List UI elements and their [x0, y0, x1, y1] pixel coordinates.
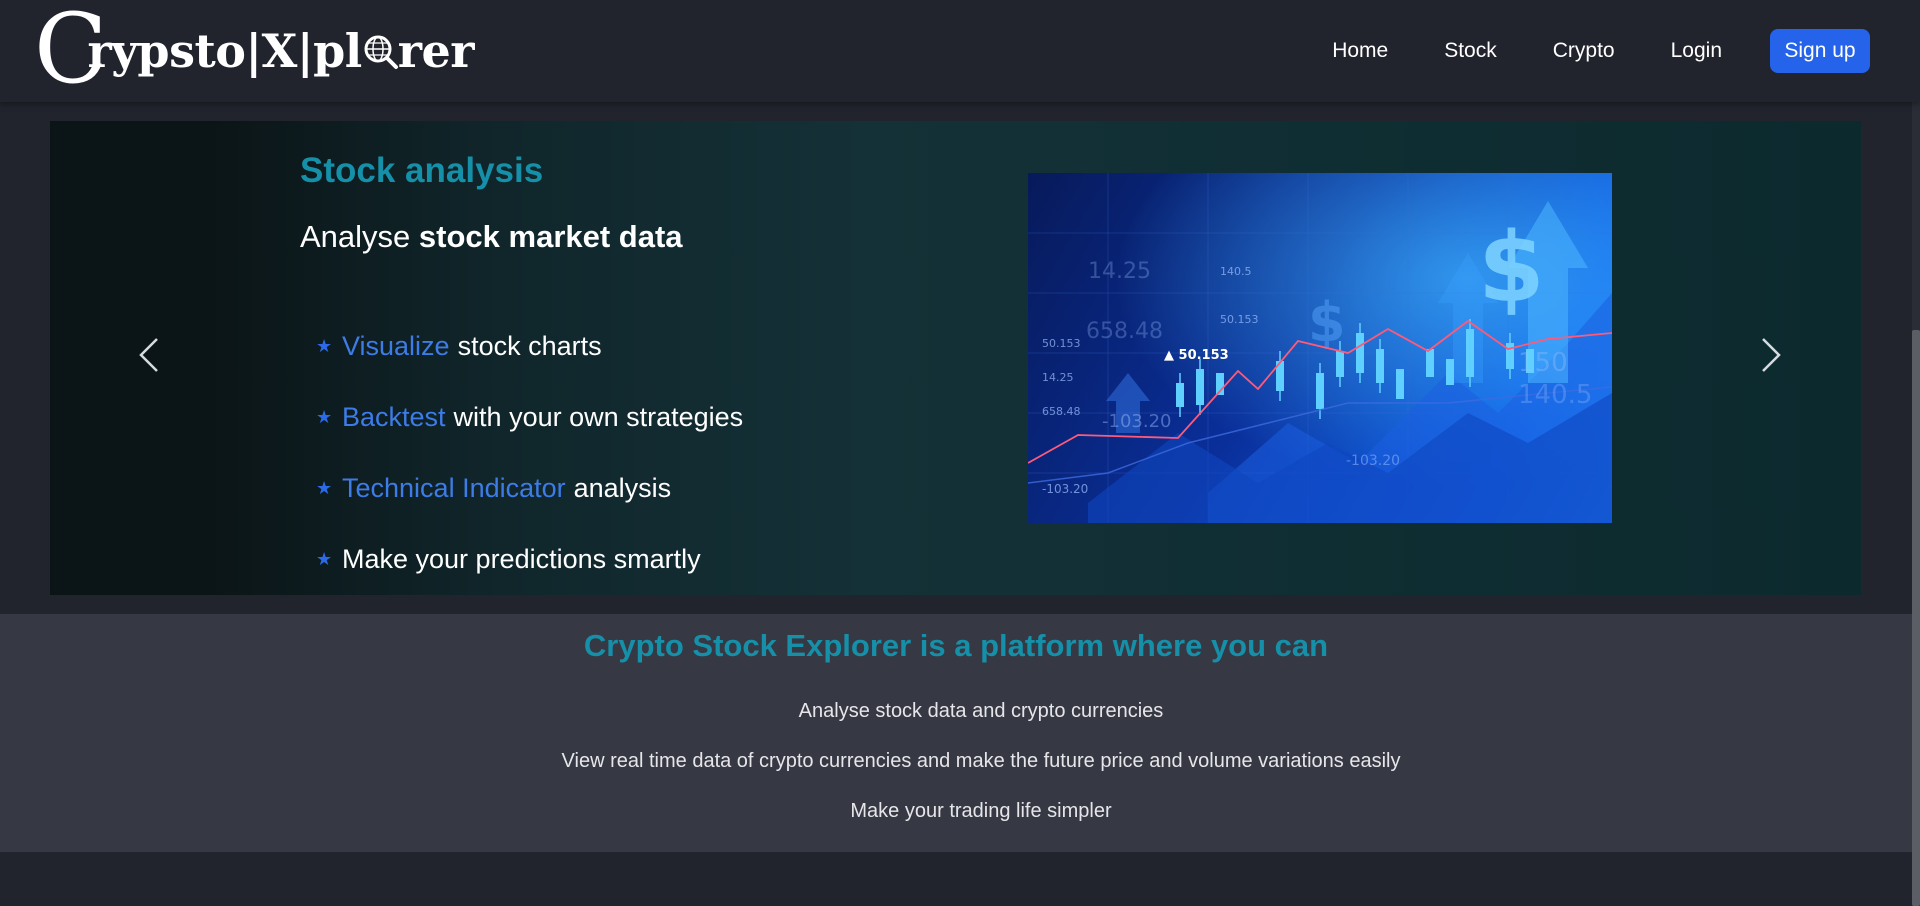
feature-item: ★ Visualize stock charts [316, 311, 743, 382]
star-icon: ★ [316, 478, 333, 498]
feature-text: analysis [573, 473, 672, 503]
info-line: Make your trading life simpler [850, 800, 1112, 822]
chart-label: 658.48 [1086, 319, 1163, 344]
carousel-next-button[interactable] [1750, 325, 1790, 385]
info-line: Analyse stock data and crypto currencies [798, 700, 1164, 722]
globe-icon [364, 35, 398, 69]
feature-text: Make your predictions smartly [342, 544, 701, 574]
stock-illustration-svg: $ $ 14.25 140.5 50.153 658.48 50.153 14.… [1028, 173, 1612, 523]
chart-label: -103.20 [1346, 453, 1400, 469]
feature-item: ★ Technical Indicator analysis [316, 453, 743, 524]
svg-text:$: $ [1478, 212, 1545, 324]
page-scrollbar[interactable] [1912, 0, 1920, 906]
star-icon: ★ [316, 549, 333, 569]
feature-list: ★ Visualize stock charts ★ Backtest with… [316, 311, 743, 595]
star-icon: ★ [316, 407, 333, 427]
scrollbar-thumb[interactable] [1912, 330, 1920, 906]
chart-label: 658.48 [1042, 405, 1081, 418]
brand-logo[interactable]: C rypsto|X|pl rer [34, 1, 474, 97]
navbar: C rypsto|X|pl rer Home Stock Crypto Logi… [0, 0, 1920, 102]
star-icon: ★ [316, 336, 333, 356]
stock-chart-illustration: $ $ 14.25 140.5 50.153 658.48 50.153 14.… [1028, 173, 1612, 523]
hero-title: Stock analysis [300, 151, 544, 190]
hero-carousel: Stock analysis Analyse stock market data… [50, 121, 1861, 595]
hero-subtitle: Analyse stock market data [300, 219, 683, 255]
feature-text: stock charts [457, 331, 602, 361]
chart-label: 14.25 [1042, 371, 1074, 384]
chart-label: 140.5 [1518, 380, 1592, 410]
feature-highlight: Visualize [342, 331, 450, 361]
nav-links: Home Stock Crypto Login Sign up [1332, 29, 1870, 73]
chart-label: 50.153 [1220, 313, 1259, 326]
chart-label: -103.20 [1102, 411, 1171, 432]
chart-label: 140.5 [1220, 265, 1252, 278]
svg-text:▲ 50.153: ▲ 50.153 [1164, 348, 1229, 363]
feature-highlight: Backtest [342, 402, 446, 432]
feature-highlight: Technical Indicator [342, 473, 566, 503]
chevron-left-icon [139, 338, 158, 372]
info-line: View real time data of crypto currencies… [561, 750, 1401, 772]
platform-info-section: Crypto Stock Explorer is a platform wher… [0, 614, 1912, 852]
feature-text: with your own strategies [453, 402, 744, 432]
info-title: Crypto Stock Explorer is a platform wher… [583, 628, 1329, 663]
nav-stock[interactable]: Stock [1444, 31, 1497, 71]
logo-part-1: rypsto|X|pl [87, 24, 362, 78]
signup-button[interactable]: Sign up [1770, 29, 1870, 73]
nav-home[interactable]: Home [1332, 31, 1388, 71]
logo-part-2: rer [397, 24, 475, 78]
chart-label: 150 [1518, 348, 1568, 378]
feature-item: ★ Make your predictions smartly [316, 524, 743, 595]
chart-label: 50.153 [1042, 337, 1081, 350]
nav-login[interactable]: Login [1671, 31, 1722, 71]
hero-subtitle-plain: Analyse [300, 219, 411, 254]
chart-label: 14.25 [1088, 259, 1151, 284]
carousel-prev-button[interactable] [130, 325, 170, 385]
chart-label: -103.20 [1042, 482, 1088, 496]
nav-crypto[interactable]: Crypto [1553, 31, 1615, 71]
feature-item: ★ Backtest with your own strategies [316, 382, 743, 453]
hero-subtitle-bold: stock market data [418, 219, 683, 254]
chevron-right-icon [1762, 338, 1781, 372]
logo-wordmark: rypsto|X|pl rer [87, 24, 474, 78]
